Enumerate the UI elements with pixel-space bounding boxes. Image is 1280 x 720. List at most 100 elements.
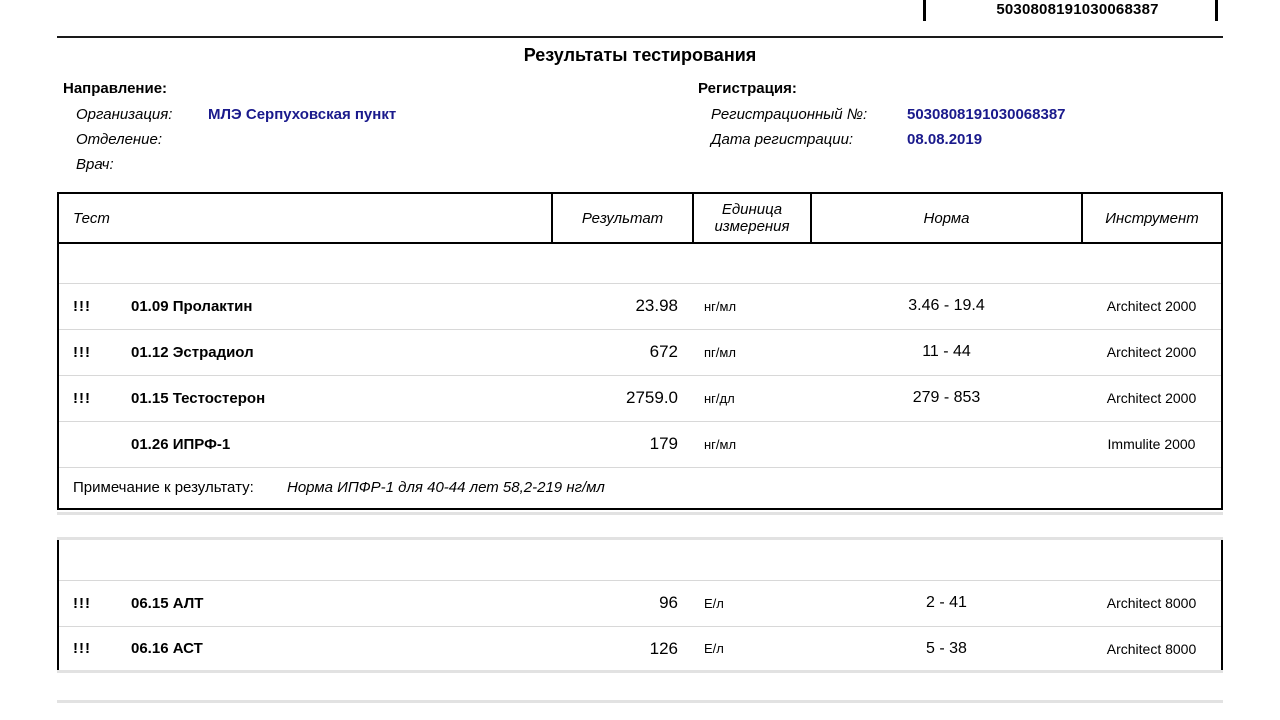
column-header-unit: Единица измерения [692, 192, 812, 244]
group-header-spacer-result [552, 540, 693, 581]
cell-test: !!! 06.16 АСТ [57, 626, 552, 673]
test-name: 06.15 АЛТ [131, 594, 204, 612]
results-table-enzymes: !!! 06.15 АЛТ 96 Е/л 2 - 41 Architect 800… [57, 540, 1223, 673]
table-row: 01.26 ИПРФ-1 179 нг/мл Immulite 2000 [57, 421, 1223, 468]
results-table-body-enzymes: !!! 06.15 АЛТ 96 Е/л 2 - 41 Architect 800… [57, 540, 1223, 673]
column-header-norm: Норма [810, 192, 1083, 244]
section-divider-3 [57, 670, 1223, 673]
cell-instrument: Architect 8000 [1082, 626, 1223, 673]
result-note-label: Примечание к результату: [73, 479, 254, 497]
registration-field-date: Дата регистрации: 08.08.2019 [698, 127, 1258, 152]
cell-result: 96 [552, 580, 693, 627]
column-header-test: Тест [57, 192, 553, 244]
cell-result: 2759.0 [552, 375, 693, 422]
table-row: !!! 06.15 АЛТ 96 Е/л 2 - 41 Architect 800… [57, 580, 1223, 627]
registration-date-value: 08.08.2019 [907, 131, 983, 148]
footer-divider [57, 700, 1223, 703]
barcode-bar-left [923, 0, 926, 21]
table-row: !!! 06.16 АСТ 126 Е/л 5 - 38 Architect 80… [57, 626, 1223, 673]
table-row: !!! 01.09 Пролактин 23.98 нг/мл 3.46 - 19… [57, 283, 1223, 330]
cell-instrument: Immulite 2000 [1082, 421, 1223, 468]
table-row: !!! 01.15 Тестостерон 2759.0 нг/дл 279 - … [57, 375, 1223, 422]
group-header-spacer-unit [693, 540, 811, 581]
results-table-body-hormones: !!! 01.09 Пролактин 23.98 нг/мл 3.46 - 19… [57, 243, 1223, 510]
results-table-hormones: Тест Результат Единица измерения Норма И… [57, 192, 1223, 510]
group-header-row [57, 540, 1223, 581]
cell-unit: пг/мл [693, 329, 811, 376]
group-header-spacer-norm [811, 243, 1082, 284]
cell-test: !!! 01.09 Пролактин [57, 283, 552, 330]
cell-result: 672 [552, 329, 693, 376]
referral-block: Направление: Организация: МЛЭ Серпуховск… [63, 78, 663, 177]
registration-field-number: Регистрационный №: 5030808191030068387 [698, 102, 1258, 127]
registration-date-label: Дата регистрации: [711, 131, 854, 148]
referral-organization-label: Организация: [76, 106, 173, 123]
cell-norm: 2 - 41 [811, 580, 1082, 627]
referral-field-doctor: Врач: [63, 152, 663, 177]
cell-norm [811, 421, 1082, 468]
test-name: 01.12 Эстрадиол [131, 343, 254, 361]
cell-instrument: Architect 2000 [1082, 329, 1223, 376]
cell-result: 23.98 [552, 283, 693, 330]
registration-number-value: 5030808191030068387 [907, 106, 1066, 123]
cell-test: 01.26 ИПРФ-1 [57, 421, 552, 468]
result-note-text: Норма ИПФР-1 для 40-44 лет 58,2-219 нг/м… [287, 479, 605, 497]
cell-test: !!! 01.12 Эстрадиол [57, 329, 552, 376]
referral-organization-value: МЛЭ Серпуховская пункт [208, 106, 397, 123]
referral-field-organization: Организация: МЛЭ Серпуховская пункт [63, 102, 663, 127]
results-table-header: Тест Результат Единица измерения Норма И… [57, 192, 1223, 244]
registration-number-label: Регистрационный №: [711, 106, 868, 123]
cell-norm: 279 - 853 [811, 375, 1082, 422]
cell-instrument: Architect 2000 [1082, 375, 1223, 422]
referral-department-label: Отделение: [76, 131, 163, 148]
result-note-row: Примечание к результату: Норма ИПФР-1 для… [57, 467, 1223, 510]
cell-result: 179 [552, 421, 693, 468]
barcode-bar-right [1215, 0, 1218, 21]
column-header-result: Результат [551, 192, 694, 244]
cell-unit: нг/мл [693, 283, 811, 330]
abnormal-flag: !!! [73, 343, 91, 361]
page-title: Результаты тестирования [523, 45, 757, 65]
cell-result: 126 [552, 626, 693, 673]
registration-heading: Регистрация: [698, 80, 797, 97]
cell-norm: 5 - 38 [811, 626, 1082, 673]
cell-instrument: Architect 8000 [1082, 580, 1223, 627]
test-name: 01.15 Тестостерон [131, 389, 266, 407]
cell-norm: 3.46 - 19.4 [811, 283, 1082, 330]
registration-block: Регистрация: Регистрационный №: 50308081… [698, 78, 1258, 152]
referral-heading: Направление: [63, 80, 168, 97]
cell-unit: нг/дл [693, 375, 811, 422]
column-header-instrument: Инструмент [1081, 192, 1223, 244]
group-header-row [57, 243, 1223, 284]
cell-unit: нг/мл [693, 421, 811, 468]
group-header-spacer-result [552, 243, 693, 284]
group-header-spacer-instrument [1082, 243, 1223, 284]
group-header-spacer-norm [811, 540, 1082, 581]
cell-unit: Е/л [693, 580, 811, 627]
section-divider-1 [57, 512, 1223, 515]
group-header-label [57, 540, 552, 581]
abnormal-flag: !!! [73, 640, 91, 658]
group-header-spacer-unit [693, 243, 811, 284]
cell-unit: Е/л [693, 626, 811, 673]
referral-doctor-label: Врач: [76, 156, 114, 173]
header-divider [57, 36, 1223, 38]
barcode-number: 5030808191030068387 [996, 1, 1159, 18]
referral-field-department: Отделение: [63, 127, 663, 152]
test-name: 01.26 ИПРФ-1 [131, 435, 231, 453]
cell-instrument: Architect 2000 [1082, 283, 1223, 330]
result-note: Примечание к результату: Норма ИПФР-1 для… [57, 467, 1223, 510]
document-meta: Направление: Организация: МЛЭ Серпуховск… [0, 78, 1280, 186]
test-name: 06.16 АСТ [131, 640, 203, 658]
abnormal-flag: !!! [73, 389, 91, 407]
table-row: !!! 01.12 Эстрадиол 672 пг/мл 11 - 44 Arc… [57, 329, 1223, 376]
abnormal-flag: !!! [73, 594, 91, 612]
cell-test: !!! 06.15 АЛТ [57, 580, 552, 627]
cell-norm: 11 - 44 [811, 329, 1082, 376]
barcode-strip: 5030808191030068387 [0, 0, 1280, 30]
cell-test: !!! 01.15 Тестостерон [57, 375, 552, 422]
test-name: 01.09 Пролактин [131, 297, 253, 315]
group-header-spacer-instrument [1082, 540, 1223, 581]
table-header-row: Тест Результат Единица измерения Норма И… [57, 192, 1223, 244]
group-header-label [57, 243, 552, 284]
